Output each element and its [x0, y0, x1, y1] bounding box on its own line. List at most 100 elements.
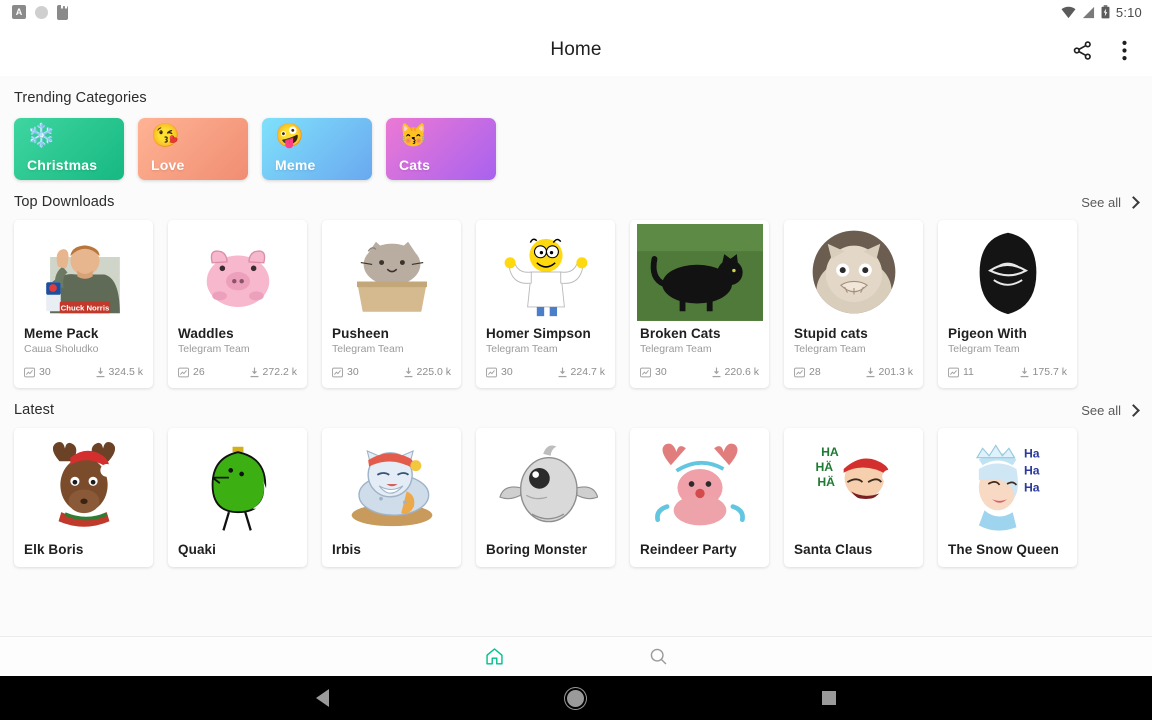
sticker-pack-card[interactable]: HA HÄ HÄ Santa Claus — [784, 428, 923, 567]
pack-title: Boring Monster — [486, 542, 588, 557]
category-card-cats[interactable]: 😽 Cats — [386, 118, 496, 180]
pack-thumbnail: Ha Ha Ha — [938, 428, 1077, 540]
pack-thumbnail — [476, 220, 615, 324]
svg-text:HA: HA — [821, 445, 839, 459]
category-label: Christmas — [27, 157, 98, 173]
sticker-count-icon — [24, 367, 35, 377]
pack-title: Meme Pack — [24, 326, 99, 341]
latest-see-all[interactable]: See all — [1081, 403, 1140, 418]
trending-categories-strip[interactable]: ❄️ Christmas 😘 Love 🤪 Meme 😽 Cats — [0, 112, 1152, 180]
pack-stats: 30 225.0 k — [332, 366, 451, 378]
sticker-pack-card[interactable]: Reindeer Party — [630, 428, 769, 567]
pack-title: Homer Simpson — [486, 326, 591, 341]
pack-thumbnail — [938, 220, 1077, 324]
category-card-love[interactable]: 😘 Love — [138, 118, 248, 180]
sticker-pack-card[interactable]: Pusheen Telegram Team 30 225.0 k — [322, 220, 461, 388]
pack-thumbnail — [168, 220, 307, 324]
download-count-value: 175.7 k — [1032, 366, 1067, 378]
sticker-count: 30 — [332, 366, 359, 378]
sticker-count-value: 11 — [963, 366, 974, 378]
sticker-count-value: 30 — [347, 366, 359, 378]
sticker-count: 26 — [178, 366, 205, 378]
download-icon — [866, 367, 875, 377]
sticker-count-value: 30 — [39, 366, 51, 378]
pack-info: Homer Simpson Telegram Team 30 224.7 k — [476, 324, 615, 388]
sticker-pack-card[interactable]: Ha Ha Ha The Snow Queen — [938, 428, 1077, 567]
sticker-count-icon — [640, 367, 651, 377]
pack-thumbnail — [630, 428, 769, 540]
sticker-pack-card[interactable]: Irbis — [322, 428, 461, 567]
category-card-christmas[interactable]: ❄️ Christmas — [14, 118, 124, 180]
sticker-count-icon — [178, 367, 189, 377]
pack-info: Pigeon With Telegram Team 11 175.7 k — [938, 324, 1077, 388]
category-card-meme[interactable]: 🤪 Meme — [262, 118, 372, 180]
sticker-count-value: 26 — [193, 366, 205, 378]
pack-stats: 30 224.7 k — [486, 366, 605, 378]
download-icon — [250, 367, 259, 377]
sticker-pack-card[interactable]: Elk Boris — [14, 428, 153, 567]
download-icon — [1020, 367, 1029, 377]
system-back-button[interactable] — [316, 689, 329, 707]
system-home-button[interactable] — [567, 689, 584, 707]
download-count: 201.3 k — [866, 366, 913, 378]
sticker-count-value: 30 — [655, 366, 667, 378]
see-all-label: See all — [1081, 194, 1121, 210]
system-recents-button[interactable] — [822, 691, 836, 705]
sticker-pack-card[interactable]: Pigeon With Telegram Team 11 175.7 k — [938, 220, 1077, 388]
pack-thumbnail — [784, 220, 923, 324]
top-downloads-see-all[interactable]: See all — [1081, 194, 1140, 210]
system-navigation-bar — [0, 676, 1152, 720]
pack-info: Santa Claus — [784, 540, 923, 567]
download-icon — [96, 367, 105, 377]
nav-tab-search[interactable] — [641, 642, 675, 672]
download-count: 272.2 k — [250, 366, 297, 378]
pack-info: Boring Monster — [476, 540, 615, 567]
overflow-menu-button[interactable] — [1110, 36, 1138, 64]
pack-title: Pigeon With — [948, 326, 1027, 341]
status-left-icons: A — [12, 4, 68, 20]
download-count-value: 224.7 k — [570, 366, 605, 378]
svg-text:HÄ: HÄ — [817, 474, 835, 489]
pack-stats: 30 324.5 k — [24, 366, 143, 378]
sticker-pack-card[interactable]: Stupid cats Telegram Team 28 201.3 k — [784, 220, 923, 388]
sticker-count-icon — [486, 367, 497, 377]
clock: 5:10 — [1115, 4, 1142, 20]
pack-thumbnail — [168, 428, 307, 540]
pack-thumbnail — [14, 428, 153, 540]
latest-row[interactable]: Elk Boris Quaki Irbis Boring Monster Rei… — [0, 424, 1152, 567]
download-count-value: 225.0 k — [416, 366, 451, 378]
download-icon — [558, 367, 567, 377]
share-button[interactable] — [1068, 36, 1096, 64]
sticker-pack-card[interactable]: Waddles Telegram Team 26 272.2 k — [168, 220, 307, 388]
svg-text:Ha: Ha — [1023, 447, 1039, 461]
sticker-pack-card[interactable]: Homer Simpson Telegram Team 30 224.7 k — [476, 220, 615, 388]
nav-tab-home[interactable] — [477, 642, 511, 672]
sticker-pack-card[interactable]: Chuck Norris Meme Pack Саша Sholudko 30 3… — [14, 220, 153, 388]
category-emoji-icon: 😘 — [151, 122, 180, 148]
wifi-icon — [1061, 6, 1076, 18]
pack-author: Telegram Team — [486, 343, 558, 355]
pack-title: Pusheen — [332, 326, 389, 341]
pack-thumbnail: HA HÄ HÄ — [784, 428, 923, 540]
pack-title: Elk Boris — [24, 542, 84, 557]
sticker-count: 30 — [486, 366, 513, 378]
download-count: 225.0 k — [404, 366, 451, 378]
download-count-value: 201.3 k — [878, 366, 913, 378]
top-downloads-row[interactable]: Chuck Norris Meme Pack Саша Sholudko 30 3… — [0, 216, 1152, 388]
pack-title: Quaki — [178, 542, 217, 557]
trending-title: Trending Categories — [14, 90, 147, 106]
pack-author: Telegram Team — [332, 343, 404, 355]
sticker-pack-card[interactable]: Broken Cats Telegram Team 30 220.6 k — [630, 220, 769, 388]
pack-info: Pusheen Telegram Team 30 225.0 k — [322, 324, 461, 388]
download-count-value: 220.6 k — [724, 366, 759, 378]
pack-thumbnail — [322, 220, 461, 324]
pack-thumbnail — [630, 220, 769, 324]
app-bar-actions — [1068, 36, 1138, 64]
top-downloads-title: Top Downloads — [14, 194, 115, 210]
sticker-pack-card[interactable]: Quaki — [168, 428, 307, 567]
pack-title: Stupid cats — [794, 326, 868, 341]
sticker-pack-card[interactable]: Boring Monster — [476, 428, 615, 567]
sticker-count: 11 — [948, 366, 974, 378]
sticker-count: 30 — [640, 366, 667, 378]
download-count-value: 272.2 k — [262, 366, 297, 378]
